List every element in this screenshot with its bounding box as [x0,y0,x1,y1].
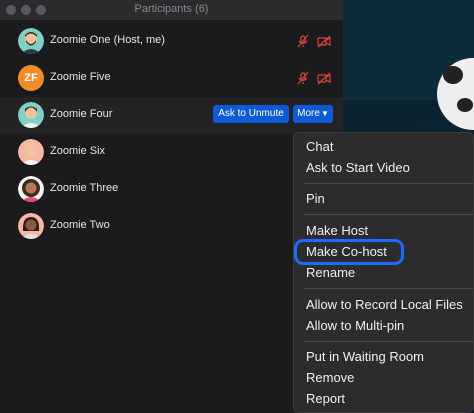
avatar-woman-dark-icon [18,213,44,239]
avatar-woman-curly-icon [18,176,44,202]
menu-item-rename[interactable]: Rename [306,265,355,280]
participant-name: Zoomie Two [50,219,110,231]
title-bar: Participants (6) [0,0,343,20]
menu-separator [304,214,473,215]
participant-row[interactable]: ZF Zoomie Five [0,60,343,97]
participant-name: Zoomie Six [50,145,106,157]
participants-window: Participants (6) Zoomie One (Host, me) Z… [0,0,343,413]
participant-name: Zoomie Five [50,71,111,83]
participant-name: Zoomie Three [50,182,119,194]
participant-row-active[interactable]: Zoomie Four Ask to Unmute More▼ [0,97,343,134]
participant-row[interactable]: Zoomie Two [0,208,343,245]
avatar [18,139,44,165]
avatar-woman-bald-icon [18,139,44,165]
menu-item-pin[interactable]: Pin [306,191,325,206]
menu-item-make-host[interactable]: Make Host [306,223,368,238]
menu-item-allow-multi-pin[interactable]: Allow to Multi-pin [306,318,404,333]
participant-name: Zoomie Four [50,108,113,120]
menu-item-ask-to-start-video[interactable]: Ask to Start Video [306,160,410,175]
menu-item-remove[interactable]: Remove [306,370,354,385]
avatar [18,213,44,239]
participant-name: Zoomie One (Host, me) [50,34,165,46]
video-off-icon[interactable] [317,34,331,48]
zoom-app: Participants (6) Zoomie One (Host, me) Z… [0,0,474,413]
more-button[interactable]: More▼ [293,105,333,123]
menu-item-chat[interactable]: Chat [306,139,333,154]
menu-separator [304,288,473,289]
participant-row[interactable]: Zoomie One (Host, me) [0,23,343,60]
avatar [18,176,44,202]
video-tile [343,0,474,130]
avatar-man-icon [18,102,44,128]
menu-item-report[interactable]: Report [306,391,345,406]
window-title: Participants (6) [134,3,209,15]
muted-mic-icon[interactable] [296,34,310,48]
menu-item-allow-record-local-files[interactable]: Allow to Record Local Files [306,297,463,312]
participant-row[interactable]: Zoomie Six [0,134,343,171]
more-context-menu: Chat Ask to Start Video Pin Make Host Ma… [293,132,474,413]
more-button-label: More [297,108,320,119]
muted-mic-icon[interactable] [296,71,310,85]
menu-separator [304,183,473,184]
menu-item-make-co-host[interactable]: Make Co-host [306,244,387,259]
video-object [437,58,474,130]
avatar-man-beard-icon [18,28,44,54]
video-off-icon[interactable] [317,71,331,85]
menu-item-put-in-waiting-room[interactable]: Put in Waiting Room [306,349,424,364]
ask-to-unmute-button[interactable]: Ask to Unmute [213,105,289,123]
participant-row[interactable]: Zoomie Three [0,171,343,208]
avatar [18,102,44,128]
chevron-down-icon: ▼ [320,109,329,118]
avatar [18,28,44,54]
avatar-initials: ZF [18,65,44,91]
menu-separator [304,341,473,342]
